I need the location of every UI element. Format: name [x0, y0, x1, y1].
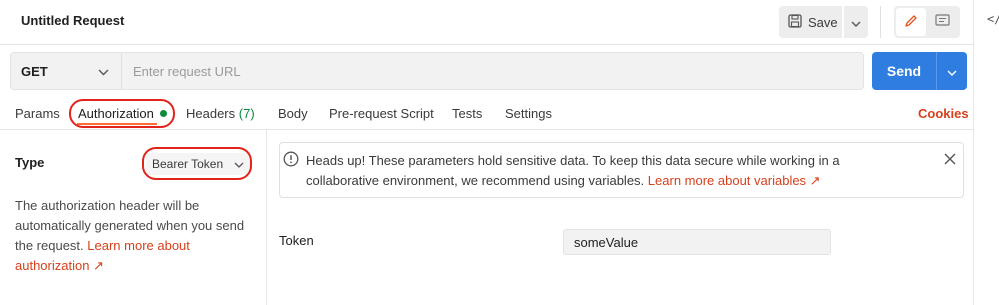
- save-options-button[interactable]: [844, 6, 868, 38]
- headers-count: (7): [238, 106, 255, 121]
- pencil-icon: [904, 14, 918, 31]
- close-icon[interactable]: [944, 153, 956, 168]
- tab-pre-request-script[interactable]: Pre-request Script: [329, 106, 434, 121]
- comment-icon: [934, 13, 950, 31]
- panel-divider: [266, 130, 267, 305]
- alert-message: Heads up! These parameters hold sensitiv…: [306, 151, 916, 191]
- auth-type-label: Type: [15, 155, 45, 170]
- send-button[interactable]: Send: [872, 52, 936, 90]
- annotation-oval: [69, 99, 175, 128]
- tab-params[interactable]: Params: [15, 106, 60, 121]
- url-bar: GET: [10, 52, 864, 90]
- info-icon: [283, 151, 299, 170]
- code-icon[interactable]: </: [987, 12, 999, 26]
- method-select[interactable]: GET: [11, 53, 122, 89]
- save-group: Save: [779, 6, 868, 38]
- view-mode-toggle: [894, 6, 960, 38]
- tab-settings[interactable]: Settings: [505, 106, 552, 121]
- auth-description: The authorization header will be automat…: [15, 196, 260, 276]
- tabs-divider: [0, 129, 973, 130]
- token-input[interactable]: [563, 229, 831, 255]
- divider: [880, 6, 881, 38]
- annotation-oval: [142, 147, 252, 180]
- save-label: Save: [808, 14, 838, 30]
- token-label: Token: [279, 233, 314, 248]
- tab-tests[interactable]: Tests: [452, 106, 482, 121]
- tab-headers-label: Headers: [186, 106, 236, 121]
- learn-more-variables-link[interactable]: Learn more about variables ↗: [648, 173, 821, 188]
- send-options-button[interactable]: [936, 52, 967, 90]
- save-button[interactable]: Save: [779, 6, 842, 38]
- comments-button[interactable]: [926, 8, 958, 36]
- request-title[interactable]: Untitled Request: [21, 13, 124, 28]
- tab-headers[interactable]: Headers (7): [186, 106, 255, 121]
- send-group: Send: [872, 52, 967, 90]
- edit-mode-button[interactable]: [896, 8, 926, 36]
- cookies-link[interactable]: Cookies: [918, 106, 969, 121]
- header-divider: [0, 44, 973, 45]
- chevron-down-icon: [851, 15, 861, 30]
- method-label: GET: [21, 63, 48, 79]
- chevron-down-icon: [98, 64, 109, 79]
- sidebar-divider: [973, 0, 974, 305]
- chevron-down-icon: [947, 64, 957, 79]
- tab-body[interactable]: Body: [278, 106, 308, 121]
- url-input[interactable]: [122, 53, 863, 89]
- save-icon: [788, 13, 802, 31]
